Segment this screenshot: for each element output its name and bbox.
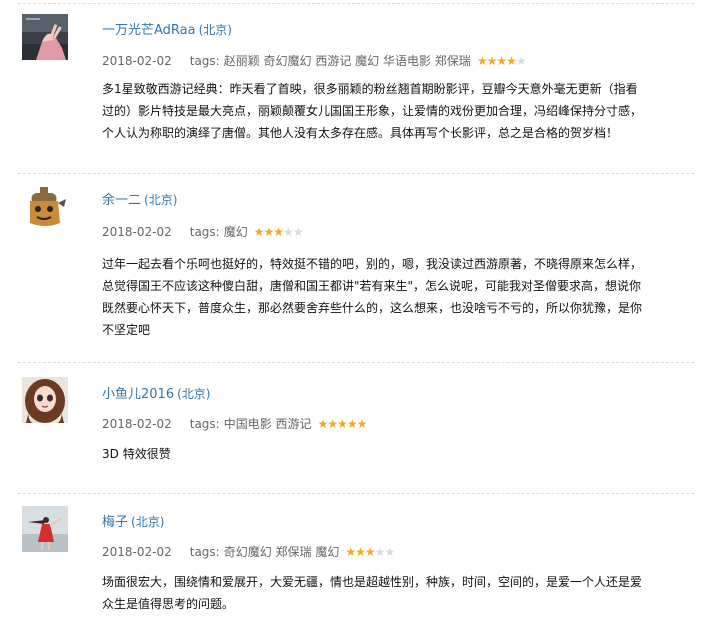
review-meta: 2018-02-02 tags: 赵丽颖 奇幻魔幻 西游记 魔幻 华语电影 郑保… (102, 52, 527, 69)
star-filled-icon: ★ (356, 416, 368, 431)
username-link[interactable]: 小鱼儿2016 (102, 387, 174, 402)
review-meta: 2018-02-02 tags: 奇幻魔幻 郑保瑞 魔幻 ★ ★ ★ ★ ★ (102, 543, 395, 560)
star-filled-icon: ★ (345, 544, 356, 559)
star-empty-icon: ★ (292, 224, 304, 239)
username-row: 一万光芒AdRaa (北京) (102, 19, 232, 38)
star-filled-icon: ★ (476, 53, 488, 68)
comment-line: 过年一起去看个乐呵也挺好的，特效挺不错的吧，别的，嗯，我没读过西游原著，不晓得原… (102, 257, 643, 271)
review-divider (18, 173, 694, 174)
user-location: (北京) (177, 387, 211, 401)
star-filled-icon: ★ (337, 416, 348, 431)
username-link[interactable]: 梅子 (102, 515, 128, 530)
star-filled-icon: ★ (327, 416, 338, 431)
star-filled-icon: ★ (346, 416, 358, 431)
username-link[interactable]: 一万光芒AdRaa (102, 23, 196, 38)
star-filled-icon: ★ (496, 53, 507, 68)
avatar-photo-hand-icon[interactable] (22, 14, 68, 60)
star-empty-icon: ★ (374, 544, 386, 559)
avatar-cartoon-bag-icon[interactable] (22, 183, 68, 229)
comment-line: 个人认为称职的演绎了唐僧。其他人没有太多存在感。具体再写个长影评，总之是合格的贺… (102, 126, 619, 140)
tags-label: tags: (189, 53, 220, 68)
comment-line: 总觉得国王不应该这种傻白甜，唐僧和国王都讲"若有来生"，怎么说呢，可能我对圣僧要… (102, 279, 642, 293)
username-row: 小鱼儿2016 (北京) (102, 383, 210, 402)
comment-line: 过的）影片特技是最大亮点，丽颖颠覆女儿国国王形象，让爱情的戏份更加合理，冯绍峰保… (102, 104, 643, 118)
user-location: (北京) (144, 193, 178, 207)
username-row: 梅子 (北京) (102, 511, 164, 530)
star-filled-icon: ★ (253, 224, 265, 239)
review-comment: 多1星致敬西游记经典：昨天看了首映，很多丽颖的粉丝翘首期盼影评，豆瓣今天意外毫无… (102, 78, 694, 144)
avatar-red-dress-icon[interactable] (22, 506, 68, 552)
username-row: 余一二 (北京) (102, 189, 177, 208)
comment-line: 既然要心怀天下，普度众生，那必然要舍弃些什么的，这么想来，也没啥亏不亏的，所以你… (102, 301, 643, 315)
rating-stars: ★ ★ ★ ★ ★ (317, 416, 368, 431)
tags-label: tags: (189, 224, 220, 239)
tags-list: 奇幻魔幻 郑保瑞 魔幻 (223, 545, 340, 559)
avatar-doll-girl-icon[interactable] (22, 377, 68, 423)
review-date: 2018-02-02 (102, 224, 172, 239)
rating-stars: ★ ★ ★ ★ ★ (476, 53, 527, 68)
star-empty-icon: ★ (515, 53, 527, 68)
review-comment: 3D 特效很赞 (102, 443, 694, 465)
star-filled-icon: ★ (355, 544, 366, 559)
tags-label: tags: (189, 416, 220, 431)
review-date: 2018-02-02 (102, 544, 172, 559)
review-meta: 2018-02-02 tags: 魔幻 ★ ★ ★ ★ ★ (102, 223, 304, 240)
comment-line: 多1星致敬西游记经典：昨天看了首映，很多丽颖的粉丝翘首期盼影评，豆瓣今天意外毫无… (102, 82, 638, 96)
star-empty-icon: ★ (283, 224, 294, 239)
review-divider (18, 493, 694, 494)
comment-line: 众生是值得思考的问题。 (102, 597, 235, 611)
review-divider (18, 362, 694, 363)
review-comment: 过年一起去看个乐呵也挺好的，特效挺不错的吧，别的，嗯，我没读过西游原著，不晓得原… (102, 253, 694, 341)
username-link[interactable]: 余一二 (102, 193, 141, 208)
review-date: 2018-02-02 (102, 53, 172, 68)
star-filled-icon: ★ (317, 416, 329, 431)
comment-line: 不坚定吧 (102, 323, 151, 337)
rating-stars: ★ ★ ★ ★ ★ (253, 224, 304, 239)
review-comment: 场面很宏大，围绕情和爱展开，大爱无疆，情也是超越性别，种族，时间，空间的，是爱一… (102, 571, 694, 615)
tags-list: 中国电影 西游记 (223, 417, 312, 431)
star-filled-icon: ★ (364, 544, 376, 559)
star-empty-icon: ★ (384, 544, 395, 559)
comment-line: 场面很宏大，围绕情和爱展开，大爱无疆，情也是超越性别，种族，时间，空间的，是爱一… (102, 575, 643, 589)
star-filled-icon: ★ (263, 224, 275, 239)
comment-line: 3D 特效很赞 (102, 447, 171, 461)
rating-stars: ★ ★ ★ ★ ★ (345, 544, 395, 559)
tags-list: 赵丽颖 奇幻魔幻 西游记 魔幻 华语电影 郑保瑞 (223, 54, 471, 68)
tags-list: 魔幻 (223, 225, 248, 239)
user-location: (北京) (131, 515, 165, 529)
user-location: (北京) (198, 23, 232, 37)
star-filled-icon: ★ (486, 53, 498, 68)
review-meta: 2018-02-02 tags: 中国电影 西游记 ★ ★ ★ ★ ★ (102, 415, 368, 432)
tags-label: tags: (189, 544, 220, 559)
top-divider (18, 3, 694, 4)
star-filled-icon: ★ (273, 224, 284, 239)
star-filled-icon: ★ (506, 53, 517, 68)
review-date: 2018-02-02 (102, 416, 172, 431)
